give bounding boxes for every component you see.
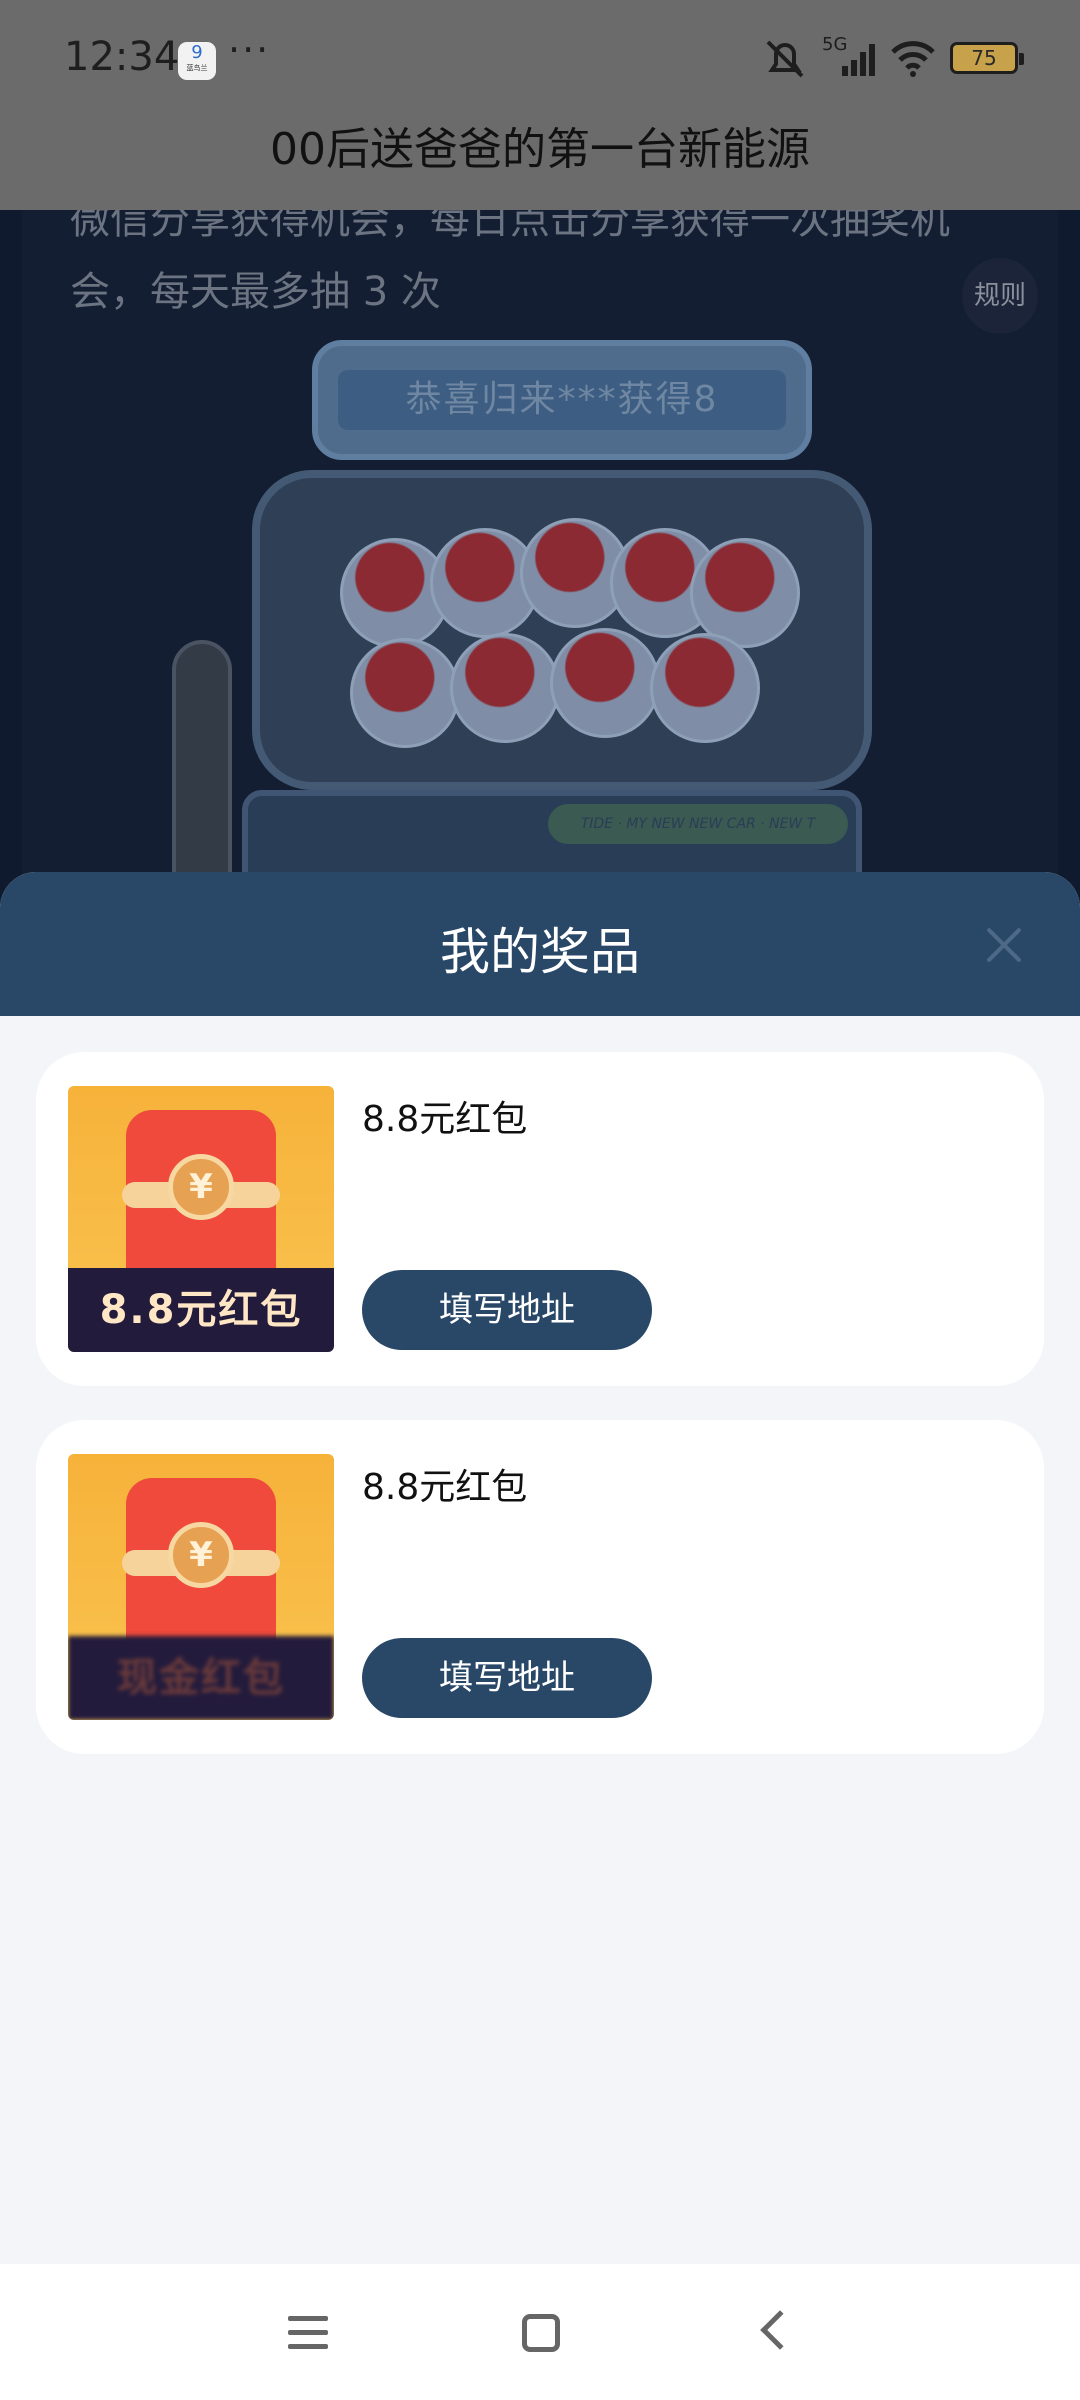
gacha-machine: 恭喜归来***获得8 TIDE · MY NEW NEW CAR · NEW T [152,340,872,910]
sheet-header: 我的奖品 [0,872,1080,1016]
yuan-coin-icon: ¥ [168,1154,234,1220]
capsule-ball [690,538,800,648]
status-time: 12:34 [64,34,180,80]
machine-sign: 恭喜归来***获得8 [312,340,812,460]
signal-icon: 5G [822,34,876,78]
prize-image-label: 现金红包 [68,1636,334,1720]
prize-name: 8.8元红包 [362,1099,528,1140]
my-prizes-sheet: 我的奖品 ¥ 8.8元红包 8.8元红包 填写地址 ¥ 现金红包 8.8元红包 … [0,872,1080,2264]
rules-button[interactable]: 规则 [962,258,1038,334]
silent-icon [766,40,804,78]
fill-address-button[interactable]: 填写地址 [362,1270,652,1350]
capsule-ball [550,628,660,738]
status-bar: 12:34 9 蓝鸟兰 ··· 5G 75 [0,0,1080,118]
red-envelope-image: ¥ 现金红包 [68,1454,334,1720]
yuan-coin-icon: ¥ [168,1522,234,1588]
menu-icon[interactable] [278,2302,338,2362]
machine-pipe [172,640,232,910]
red-envelope-image: ¥ 8.8元红包 [68,1086,334,1352]
fill-address-button[interactable]: 填写地址 [362,1638,652,1718]
status-icons: 5G 75 [762,34,1024,80]
machine-base-strip: TIDE · MY NEW NEW CAR · NEW T [548,804,848,844]
prize-image-label: 8.8元红包 [68,1268,334,1352]
capsule-balls [340,518,800,758]
capsule-ball [350,638,460,748]
home-icon[interactable] [510,2302,570,2362]
back-icon[interactable] [744,2302,804,2362]
winner-marquee: 恭喜归来***获得8 [338,370,786,430]
close-icon[interactable] [974,916,1034,976]
page-title: 00后送爸爸的第一台新能源 [0,118,1080,210]
sheet-title: 我的奖品 [440,923,640,981]
prize-card: ¥ 现金红包 8.8元红包 填写地址 [36,1420,1044,1754]
capsule-ball [450,633,560,743]
more-notifications-icon: ··· [228,28,271,72]
app-notification-icon: 9 蓝鸟兰 [178,42,216,80]
lottery-page-background: 微信分享获得机会，每日点击分享获得一次抽奖机 会，每天最多抽 3 次 规则 恭喜… [22,210,1058,910]
prize-card: ¥ 8.8元红包 8.8元红包 填写地址 [36,1052,1044,1386]
capsule-ball [650,633,760,743]
lottery-intro-text: 微信分享获得机会，每日点击分享获得一次抽奖机 会，每天最多抽 3 次 [70,210,950,315]
prize-name: 8.8元红包 [362,1467,528,1508]
wifi-icon [891,41,935,77]
system-nav-bar [0,2264,1080,2400]
battery-icon: 75 [950,42,1024,74]
capsule-globe [252,470,872,790]
